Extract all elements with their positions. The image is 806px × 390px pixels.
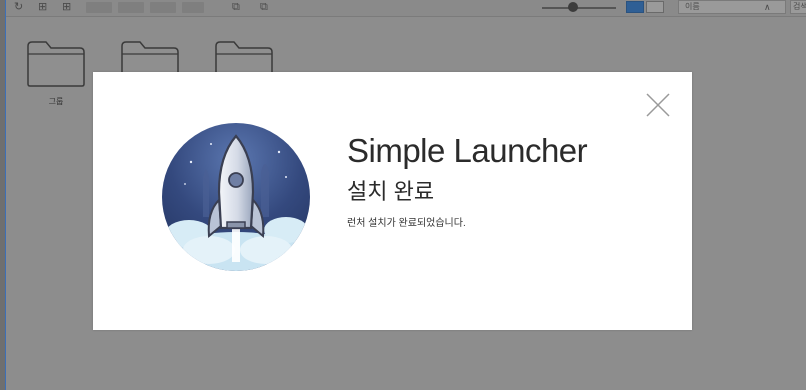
folder-icon[interactable]: [26, 40, 86, 88]
toolbar-button-disabled: [182, 2, 204, 13]
folder-label: 그룹: [48, 97, 64, 106]
search-placeholder: 검색: [793, 2, 806, 11]
dialog-title: 설치 완료: [347, 179, 435, 204]
toolbar-button-disabled: [150, 2, 176, 13]
window-frame: [0, 0, 6, 390]
chevron-up-icon[interactable]: ∧: [764, 1, 771, 13]
app-window: ↻ ⊞ ⊞ ⧉ ⧉ 이름 ∧ 검색: [0, 0, 806, 390]
toolbar: ↻ ⊞ ⊞ ⧉ ⧉ 이름 ∧ 검색: [6, 0, 806, 17]
sort-select-value: 이름: [685, 2, 700, 11]
grid-view-button[interactable]: [626, 1, 644, 13]
zoom-slider[interactable]: [542, 7, 616, 9]
toolbar-button-disabled: [118, 2, 144, 13]
search-input[interactable]: 검색: [790, 0, 806, 14]
add-group-icon[interactable]: ⊞: [62, 1, 71, 14]
close-icon: [646, 93, 670, 117]
app-name: Simple Launcher: [347, 132, 588, 169]
refresh-icon[interactable]: ↻: [14, 1, 23, 14]
export-icon[interactable]: ⧉: [260, 1, 268, 14]
rocket-logo-icon: [161, 122, 311, 272]
add-item-icon[interactable]: ⊞: [38, 1, 47, 14]
dialog-message: 런처 설치가 완료되었습니다.: [347, 218, 466, 229]
import-icon[interactable]: ⧉: [232, 1, 240, 14]
zoom-slider-handle[interactable]: [568, 2, 578, 12]
toolbar-button-disabled: [86, 2, 112, 13]
close-button[interactable]: [645, 92, 671, 118]
install-complete-dialog: Simple Launcher 설치 완료 런처 설치가 완료되었습니다.: [93, 72, 692, 330]
list-view-button[interactable]: [646, 1, 664, 13]
